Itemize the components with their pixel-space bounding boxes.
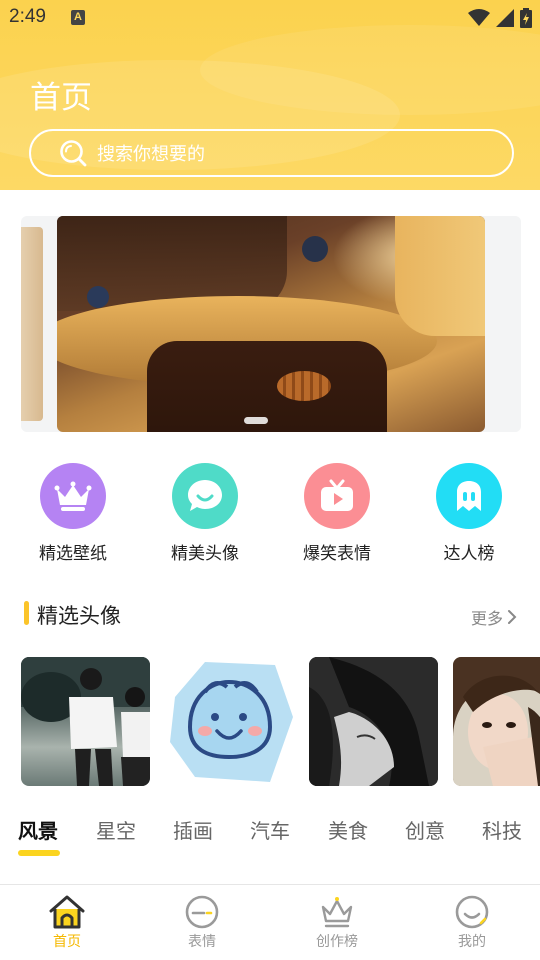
section-title: 精选头像 [37,604,121,628]
tab-tech[interactable]: 科技 [482,815,522,844]
signal-icon [496,9,514,27]
tab-scenery[interactable]: 风景 [18,815,58,844]
home-icon [49,895,85,929]
status-icons [468,7,532,29]
tv-play-icon [304,463,370,529]
bottom-nav: 首页 表情 创作榜 我的 [0,884,540,960]
nav-profile[interactable]: 我的 [432,893,512,951]
chat-bubble-icon [172,463,238,529]
banner-image-detail [395,216,485,336]
chevron-right-icon [508,610,517,624]
category-label: 达人榜 [443,544,495,564]
nav-emoji[interactable]: 表情 [162,893,242,951]
notification-a-icon: A [71,10,85,25]
header: 2:49 A 首页 搜索你想要的 [0,0,540,190]
more-label: 更多 [470,609,503,628]
category-ranking[interactable]: 达人榜 [414,463,524,564]
banner-image-detail [277,371,331,401]
category-avatar[interactable]: 精美头像 [150,463,260,564]
smile-icon [455,895,489,929]
category-label: 精美头像 [171,544,239,564]
category-tabs: 风景 星空 插画 汽车 美食 创意 科技 [0,815,540,860]
nav-label: 我的 [458,934,486,950]
tab-creative[interactable]: 创意 [405,815,445,844]
avatar-thumbnail[interactable] [165,657,294,786]
tab-starry-sky[interactable]: 星空 [96,815,136,844]
battery-icon [520,8,532,28]
crown-icon [40,463,106,529]
category-label: 爆笑表情 [303,544,371,564]
category-wallpaper[interactable]: 精选壁纸 [18,463,128,564]
more-link[interactable]: 更多 [471,605,517,629]
search-placeholder: 搜索你想要的 [97,144,205,165]
tab-illustration[interactable]: 插画 [173,815,213,844]
crown-outline-icon [321,897,353,928]
avatar-thumbnail[interactable] [453,657,540,786]
banner-image-detail [87,286,109,308]
nav-creator-ranking[interactable]: 创作榜 [297,893,377,951]
status-time: 2:49 [9,6,46,27]
search-icon [60,140,87,167]
banner-image[interactable] [57,216,485,432]
search-input[interactable]: 搜索你想要的 [29,129,514,177]
banner-prev-slide[interactable] [21,227,43,421]
section-accent-bar [24,601,29,625]
tab-car[interactable]: 汽车 [250,815,290,844]
banner-image-detail [302,236,328,262]
status-bar: 2:49 A [0,0,540,36]
tab-food[interactable]: 美食 [328,815,368,844]
nav-home[interactable]: 首页 [27,893,107,951]
wifi-icon [468,9,490,26]
page-title: 首页 [30,80,92,116]
avatar-thumbnail[interactable] [309,657,438,786]
avatar-strip [21,657,540,786]
category-label: 精选壁纸 [39,544,107,564]
nav-label: 表情 [188,934,216,950]
nav-label: 首页 [53,934,81,950]
avatar-thumbnail[interactable] [21,657,150,786]
banner-indicator [244,417,268,424]
ghost-icon [436,463,502,529]
active-tab-indicator [18,850,60,856]
banner-carousel[interactable] [21,216,521,432]
category-shortcuts: 精选壁纸 精美头像 爆笑表情 达人榜 [0,463,540,564]
emoji-icon [185,895,219,929]
category-emoji[interactable]: 爆笑表情 [282,463,392,564]
nav-label: 创作榜 [316,934,358,950]
banner-next-slide[interactable] [495,216,521,432]
